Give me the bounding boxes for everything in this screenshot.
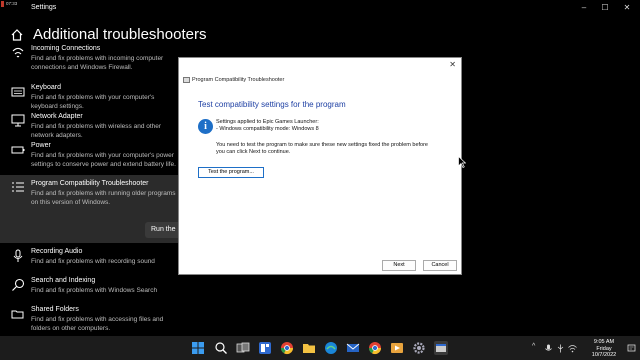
troubleshooter-desc: Find and fix problems with running older… bbox=[31, 190, 176, 206]
chrome-icon-2[interactable] bbox=[368, 341, 382, 355]
troubleshooter-name: Power bbox=[31, 142, 51, 149]
troubleshooter-desc: Find and fix problems with accessing fil… bbox=[31, 316, 164, 332]
folder-share-icon bbox=[11, 310, 24, 319]
file-explorer-icon[interactable] bbox=[302, 341, 316, 355]
troubleshooter-power[interactable]: Power Find and fix problems with your co… bbox=[0, 142, 178, 172]
taskbar: ^ 9:05 AM Friday 10/7/2022 bbox=[0, 336, 640, 360]
test-program-button[interactable]: Test the program... bbox=[198, 167, 264, 178]
usb-icon[interactable] bbox=[556, 344, 565, 353]
dialog-close-button[interactable]: ✕ bbox=[449, 60, 456, 69]
troubleshooter-desc: Find and fix problems with incoming comp… bbox=[31, 55, 164, 71]
home-icon[interactable] bbox=[10, 28, 24, 42]
troubleshooter-name: Incoming Connections bbox=[31, 45, 101, 52]
network-adapter-icon bbox=[11, 114, 25, 127]
settings-icon[interactable] bbox=[412, 341, 426, 355]
troubleshooter-name: Recording Audio bbox=[31, 248, 83, 255]
troubleshooter-keyboard[interactable]: Keyboard Find and fix problems with your… bbox=[0, 84, 178, 110]
microphone-tray-icon[interactable] bbox=[544, 344, 553, 353]
windows-start-icon[interactable] bbox=[191, 341, 205, 355]
task-view-icon[interactable] bbox=[236, 341, 250, 355]
instruction-text-2: you can click Next to continue. bbox=[216, 149, 291, 155]
info-icon: i bbox=[198, 119, 213, 134]
instruction-text: You need to test the program to make sur… bbox=[216, 142, 428, 148]
troubleshooter-recording-audio[interactable]: Recording Audio Find and fix problems wi… bbox=[0, 248, 178, 270]
page-title: Additional troubleshooters bbox=[33, 26, 207, 43]
dialog-window-title: Program Compatibility Troubleshooter bbox=[192, 77, 285, 83]
search-icon[interactable] bbox=[214, 341, 228, 355]
network-icon bbox=[12, 47, 24, 58]
compat-mode-text: - Windows compatibility mode: Windows 8 bbox=[216, 126, 319, 132]
troubleshooter-name: Program Compatibility Troubleshooter bbox=[31, 180, 149, 187]
dialog-window-icon bbox=[183, 77, 190, 83]
cancel-button[interactable]: Cancel bbox=[423, 260, 457, 271]
next-button[interactable]: Next bbox=[382, 260, 416, 271]
minimize-button[interactable]: – bbox=[577, 3, 591, 13]
media-player-icon[interactable] bbox=[390, 341, 404, 355]
battery-icon bbox=[11, 146, 25, 154]
troubleshooter-network-adapter[interactable]: Network Adapter Find and fix problems wi… bbox=[0, 113, 178, 139]
record-icon bbox=[1, 1, 4, 7]
search-icon bbox=[12, 278, 25, 291]
window-titlebar: 07:33 Settings – ☐ ✕ bbox=[0, 0, 640, 16]
troubleshooter-search-indexing[interactable]: Search and Indexing Find and fix problem… bbox=[0, 277, 178, 299]
troubleshooter-desc: Find and fix problems with your computer… bbox=[31, 94, 155, 110]
mail-icon[interactable] bbox=[346, 341, 360, 355]
troubleshooter-desc: Find and fix problems with Windows Searc… bbox=[31, 287, 158, 294]
recording-time: 07:33 bbox=[6, 1, 18, 7]
troubleshooter-name: Shared Folders bbox=[31, 306, 79, 313]
tray-chevron-icon[interactable]: ^ bbox=[532, 343, 535, 350]
troubleshooter-incoming-connections[interactable]: Incoming Connections Find and fix proble… bbox=[0, 44, 178, 76]
troubleshooter-desc: Find and fix problems with your computer… bbox=[31, 152, 176, 168]
chrome-icon[interactable] bbox=[280, 341, 294, 355]
keyboard-icon bbox=[11, 87, 25, 97]
troubleshooter-name: Network Adapter bbox=[31, 113, 83, 120]
edge-icon[interactable] bbox=[324, 341, 338, 355]
taskbar-clock[interactable]: 9:05 AM Friday 10/7/2022 bbox=[584, 339, 624, 359]
troubleshooter-name: Search and Indexing bbox=[31, 277, 96, 284]
compatibility-dialog: ✕ Program Compatibility Troubleshooter T… bbox=[178, 57, 462, 275]
recording-indicator: 07:33 bbox=[1, 1, 27, 10]
dialog-heading: Test compatibility settings for the prog… bbox=[198, 100, 346, 109]
clock-date: 10/7/2022 bbox=[591, 352, 617, 358]
microphone-icon bbox=[13, 249, 23, 262]
mouse-cursor-icon bbox=[458, 156, 466, 168]
list-icon bbox=[12, 182, 24, 192]
run-troubleshooter-button[interactable]: Run the bbox=[145, 222, 178, 238]
troubleshooter-desc: Find and fix problems with recording sou… bbox=[31, 258, 155, 265]
troubleshooter-icon[interactable] bbox=[434, 341, 448, 355]
close-window-button[interactable]: ✕ bbox=[620, 3, 634, 13]
wifi-icon[interactable] bbox=[568, 344, 577, 353]
notification-icon[interactable] bbox=[627, 344, 636, 353]
settings-applied-text: Settings applied to Epic Games Launcher: bbox=[216, 119, 319, 125]
troubleshooter-name: Keyboard bbox=[31, 84, 61, 91]
maximize-button[interactable]: ☐ bbox=[598, 3, 612, 13]
widgets-icon[interactable] bbox=[258, 341, 272, 355]
troubleshooter-desc: Find and fix problems with wireless and … bbox=[31, 123, 162, 139]
troubleshooter-shared-folders[interactable]: Shared Folders Find and fix problems wit… bbox=[0, 306, 178, 334]
window-title: Settings bbox=[31, 4, 57, 11]
